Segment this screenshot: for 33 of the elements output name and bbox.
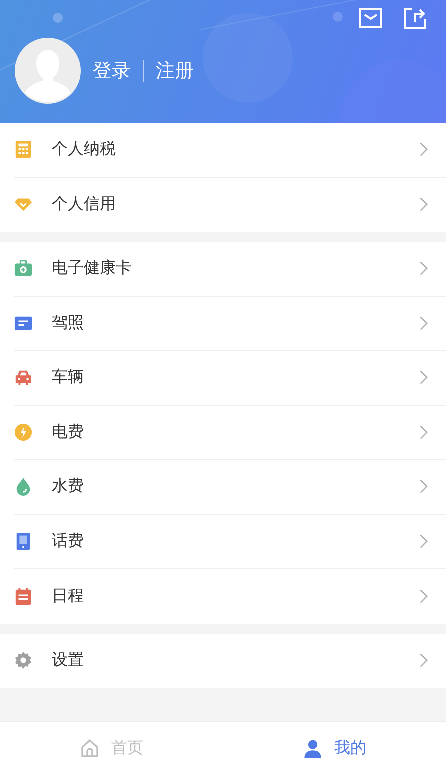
medical-kit-icon bbox=[14, 259, 33, 278]
calendar-icon bbox=[14, 586, 33, 606]
menu-item[interactable]: 驾照 bbox=[14, 296, 446, 351]
menu-item[interactable]: 电子健康卡 bbox=[14, 242, 446, 296]
chevron-icon bbox=[419, 261, 428, 276]
share-icon[interactable] bbox=[403, 6, 427, 30]
water-drop-icon bbox=[14, 477, 33, 496]
chevron-icon bbox=[419, 142, 428, 158]
chevron-icon bbox=[419, 197, 428, 212]
menu-item[interactable]: 个人纳税 bbox=[14, 123, 446, 178]
menu-item[interactable]: 车辆 bbox=[14, 351, 446, 406]
person-icon bbox=[302, 738, 322, 758]
phone-icon bbox=[14, 532, 33, 551]
chevron-icon bbox=[419, 653, 428, 668]
menu-item[interactable]: 个人信用 bbox=[14, 178, 446, 232]
menu-item[interactable]: 话费 bbox=[14, 514, 446, 569]
tab[interactable]: 我的 bbox=[223, 722, 446, 775]
lightning-icon bbox=[14, 422, 33, 442]
chevron-icon bbox=[419, 479, 428, 494]
calculator-icon bbox=[14, 140, 33, 160]
menu-item[interactable]: 日程 bbox=[14, 569, 446, 624]
gear-icon bbox=[14, 651, 33, 670]
mail-icon[interactable] bbox=[359, 6, 383, 30]
chevron-icon bbox=[419, 370, 428, 386]
car-icon bbox=[14, 368, 33, 388]
chevron-icon bbox=[419, 588, 428, 604]
home-icon bbox=[80, 738, 100, 758]
chevron-icon bbox=[419, 424, 428, 440]
chevron-icon bbox=[419, 316, 428, 331]
chevron-icon bbox=[419, 534, 428, 549]
menu-item[interactable]: 电费 bbox=[14, 406, 446, 460]
menu-item[interactable]: 水费 bbox=[14, 460, 446, 514]
avatar bbox=[15, 38, 81, 104]
